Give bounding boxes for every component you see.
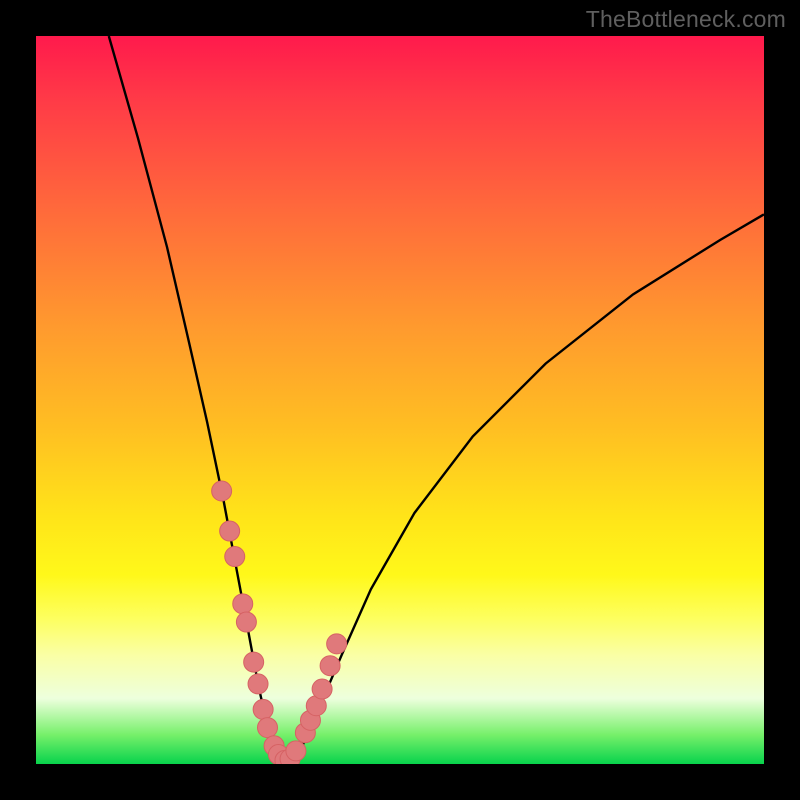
chart-stage: TheBottleneck.com [0, 0, 800, 800]
marker-dot [258, 718, 278, 738]
marker-dot [244, 652, 264, 672]
marker-dot [327, 634, 347, 654]
marker-dot [225, 547, 245, 567]
marker-dot [212, 481, 232, 501]
marker-dot [286, 741, 306, 761]
marker-dot [220, 521, 240, 541]
bottleneck-curve [109, 36, 764, 763]
marker-dot [253, 699, 273, 719]
marker-dot [248, 674, 268, 694]
plot-area [36, 36, 764, 764]
chart-svg [36, 36, 764, 764]
marker-dot [320, 656, 340, 676]
marker-dot [236, 612, 256, 632]
marker-dot [312, 679, 332, 699]
watermark-text: TheBottleneck.com [586, 6, 786, 33]
marker-dot [233, 594, 253, 614]
marker-group [212, 481, 347, 764]
